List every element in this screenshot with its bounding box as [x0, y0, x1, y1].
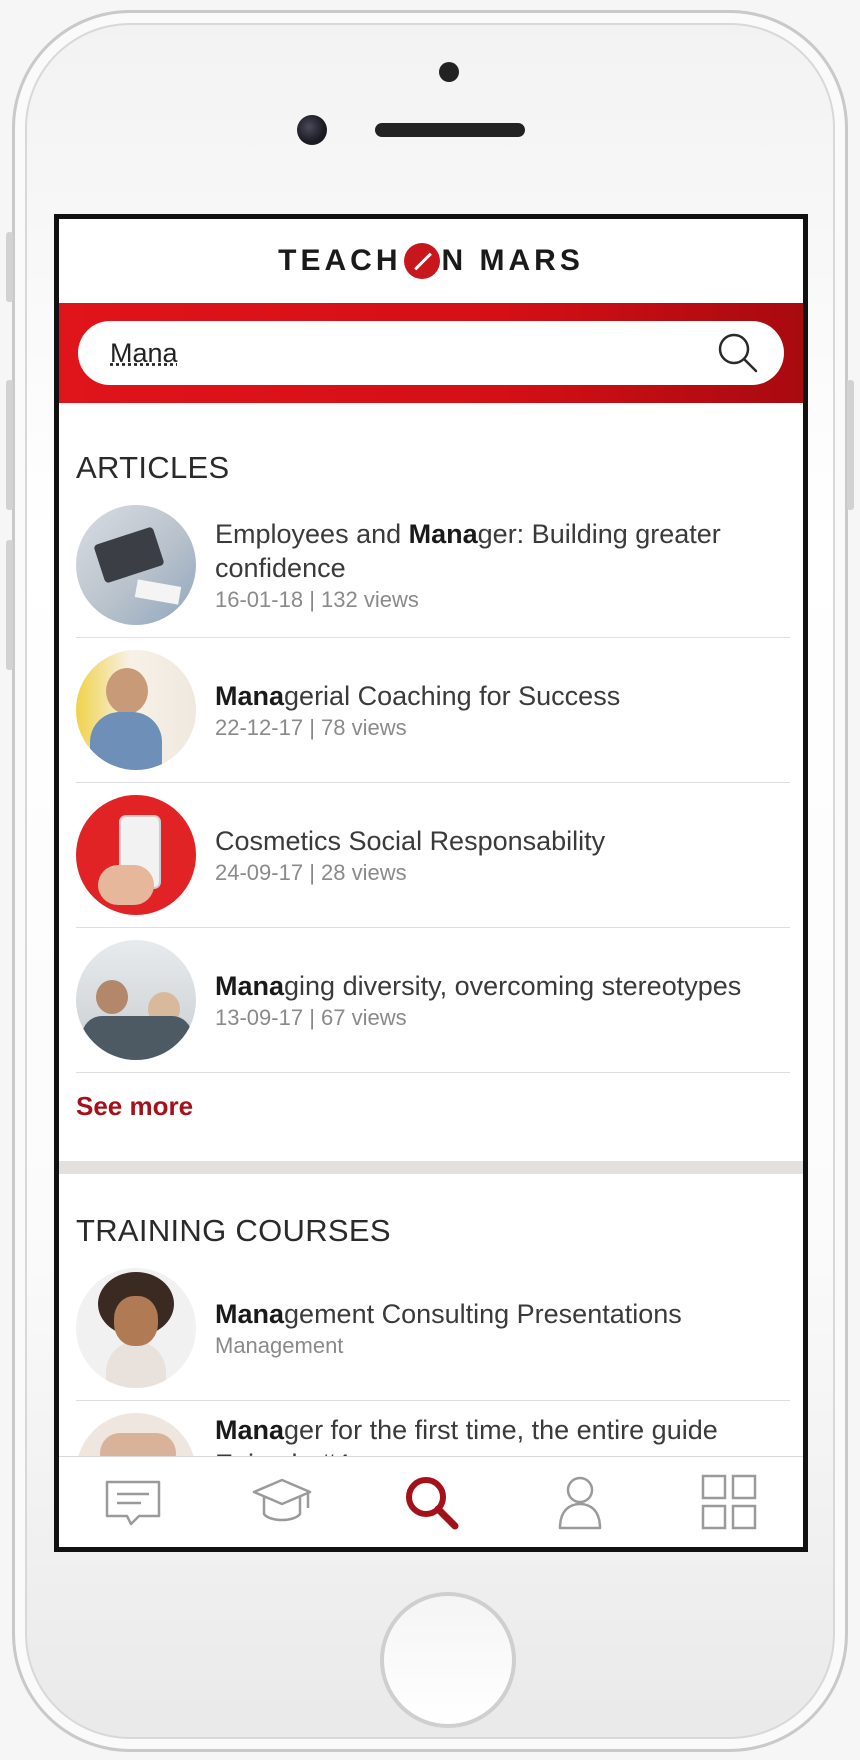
article-meta: 24-09-17 | 28 views — [215, 860, 407, 885]
see-more-link[interactable]: See more — [76, 1091, 803, 1143]
training-item[interactable]: Manager for the first time, the entire g… — [76, 1401, 790, 1457]
article-thumbnail — [76, 795, 196, 915]
article-title: Employees and Manager: Building greater … — [215, 519, 721, 583]
home-button[interactable] — [380, 1592, 516, 1728]
rocket-icon — [403, 243, 440, 279]
volume-down-button — [6, 540, 13, 670]
search-box[interactable] — [78, 321, 784, 385]
search-icon[interactable] — [716, 331, 760, 375]
article-item[interactable]: Cosmetics Social Responsability 24-09-17… — [76, 783, 790, 928]
section-divider — [59, 1161, 803, 1174]
article-title: Managerial Coaching for Success — [215, 681, 621, 711]
app-screen: TEACH N MARS ARTICLES Employees and Mana… — [54, 214, 808, 1552]
article-thumbnail — [76, 505, 196, 625]
search-icon — [405, 1477, 459, 1530]
article-thumbnail — [76, 940, 196, 1060]
training-item[interactable]: Management Consulting Presentations Mana… — [76, 1256, 790, 1401]
proximity-sensor — [439, 62, 459, 82]
brand-text-left: TEACH — [278, 244, 402, 277]
front-camera — [297, 115, 327, 145]
earpiece-speaker — [375, 123, 525, 137]
article-meta: 16-01-18 | 132 views — [215, 587, 419, 612]
training-title: Manager for the first time, the entire g… — [215, 1415, 718, 1457]
volume-up-button — [6, 380, 13, 510]
article-meta: 13-09-17 | 67 views — [215, 1005, 407, 1030]
training-thumbnail — [76, 1413, 196, 1457]
training-category: Management — [215, 1333, 344, 1358]
article-item[interactable]: Managerial Coaching for Success 22-12-17… — [76, 638, 790, 783]
article-meta: 22-12-17 | 78 views — [215, 715, 407, 740]
training-thumbnail — [76, 1268, 196, 1388]
tab-search[interactable] — [399, 1470, 463, 1534]
tab-profile[interactable] — [548, 1470, 612, 1534]
power-button — [847, 380, 854, 510]
graduation-cap-icon — [252, 1478, 312, 1522]
tab-menu[interactable] — [697, 1470, 761, 1534]
brand-logo: TEACH N MARS — [278, 243, 584, 279]
article-title: Cosmetics Social Responsability — [215, 826, 606, 856]
grid-icon — [701, 1474, 756, 1530]
article-thumbnail — [76, 650, 196, 770]
article-item[interactable]: Managing diversity, overcoming stereotyp… — [76, 928, 790, 1073]
training-heading: TRAINING COURSES — [76, 1213, 391, 1248]
training-title: Management Consulting Presentations — [215, 1299, 682, 1329]
article-item[interactable]: Employees and Manager: Building greater … — [76, 493, 790, 638]
search-bar-area — [59, 303, 803, 403]
articles-list: Employees and Manager: Building greater … — [76, 493, 790, 1073]
brand-text-right: N MARS — [441, 244, 584, 277]
search-input[interactable] — [108, 336, 716, 370]
training-list: Management Consulting Presentations Mana… — [76, 1256, 790, 1457]
article-title: Managing diversity, overcoming stereotyp… — [215, 971, 742, 1001]
bottom-tab-bar — [59, 1456, 803, 1547]
tab-messages[interactable] — [101, 1470, 165, 1534]
mute-switch — [6, 232, 13, 302]
profile-icon — [558, 1476, 602, 1530]
message-icon — [106, 1480, 161, 1526]
results-content: ARTICLES Employees and Manager: Building… — [59, 403, 803, 1457]
app-header: TEACH N MARS — [59, 219, 803, 303]
articles-heading: ARTICLES — [76, 450, 230, 485]
tab-trainings[interactable] — [250, 1470, 314, 1534]
